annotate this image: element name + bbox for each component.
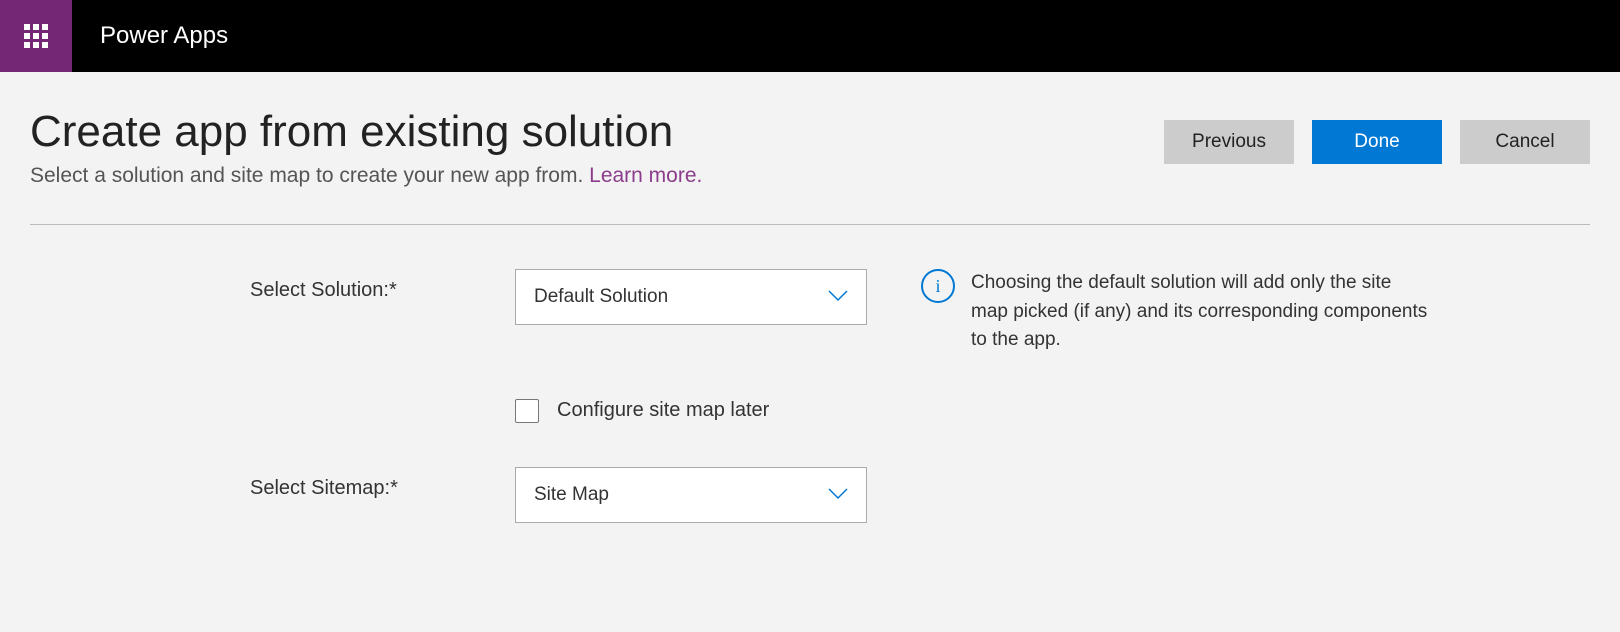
subtitle-text: Select a solution and site map to create… <box>30 164 589 187</box>
learn-more-link[interactable]: Learn more. <box>589 164 702 187</box>
sitemap-control-col: Site Map <box>515 467 873 523</box>
page-content: Create app from existing solution Select… <box>0 72 1620 563</box>
chevron-down-icon <box>828 286 848 308</box>
info-text: Choosing the default solution will add o… <box>971 269 1433 355</box>
waffle-icon <box>24 24 48 48</box>
sitemap-row: Select Sitemap:* Site Map <box>30 467 1590 523</box>
solution-select-value: Default Solution <box>534 286 668 308</box>
title-block: Create app from existing solution Select… <box>30 108 702 188</box>
form-area: Select Solution:* Default Solution i Cho… <box>30 225 1590 523</box>
solution-row: Select Solution:* Default Solution i Cho… <box>30 269 1590 355</box>
sitemap-label: Select Sitemap:* <box>30 467 515 500</box>
button-row: Previous Done Cancel <box>1164 120 1590 164</box>
solution-label: Select Solution:* <box>30 269 515 302</box>
page-subtitle: Select a solution and site map to create… <box>30 164 702 188</box>
sitemap-select[interactable]: Site Map <box>515 467 867 523</box>
info-icon: i <box>921 269 955 303</box>
done-button[interactable]: Done <box>1312 120 1442 164</box>
solution-select[interactable]: Default Solution <box>515 269 867 325</box>
previous-button[interactable]: Previous <box>1164 120 1294 164</box>
sitemap-select-value: Site Map <box>534 484 609 506</box>
spacer-label <box>30 399 515 409</box>
configure-later-checkbox[interactable] <box>515 399 539 423</box>
page-title: Create app from existing solution <box>30 108 702 156</box>
configure-later-col: Configure site map later <box>515 399 873 423</box>
app-name: Power Apps <box>100 22 228 50</box>
cancel-button[interactable]: Cancel <box>1460 120 1590 164</box>
configure-later-checkbox-row: Configure site map later <box>515 399 873 423</box>
page-header: Create app from existing solution Select… <box>30 108 1590 225</box>
info-col: i Choosing the default solution will add… <box>873 269 1433 355</box>
configure-later-row: Configure site map later <box>30 399 1590 423</box>
app-launcher-button[interactable] <box>0 0 72 72</box>
top-bar: Power Apps <box>0 0 1620 72</box>
chevron-down-icon <box>828 484 848 506</box>
solution-control-col: Default Solution <box>515 269 873 325</box>
configure-later-label: Configure site map later <box>557 399 769 422</box>
